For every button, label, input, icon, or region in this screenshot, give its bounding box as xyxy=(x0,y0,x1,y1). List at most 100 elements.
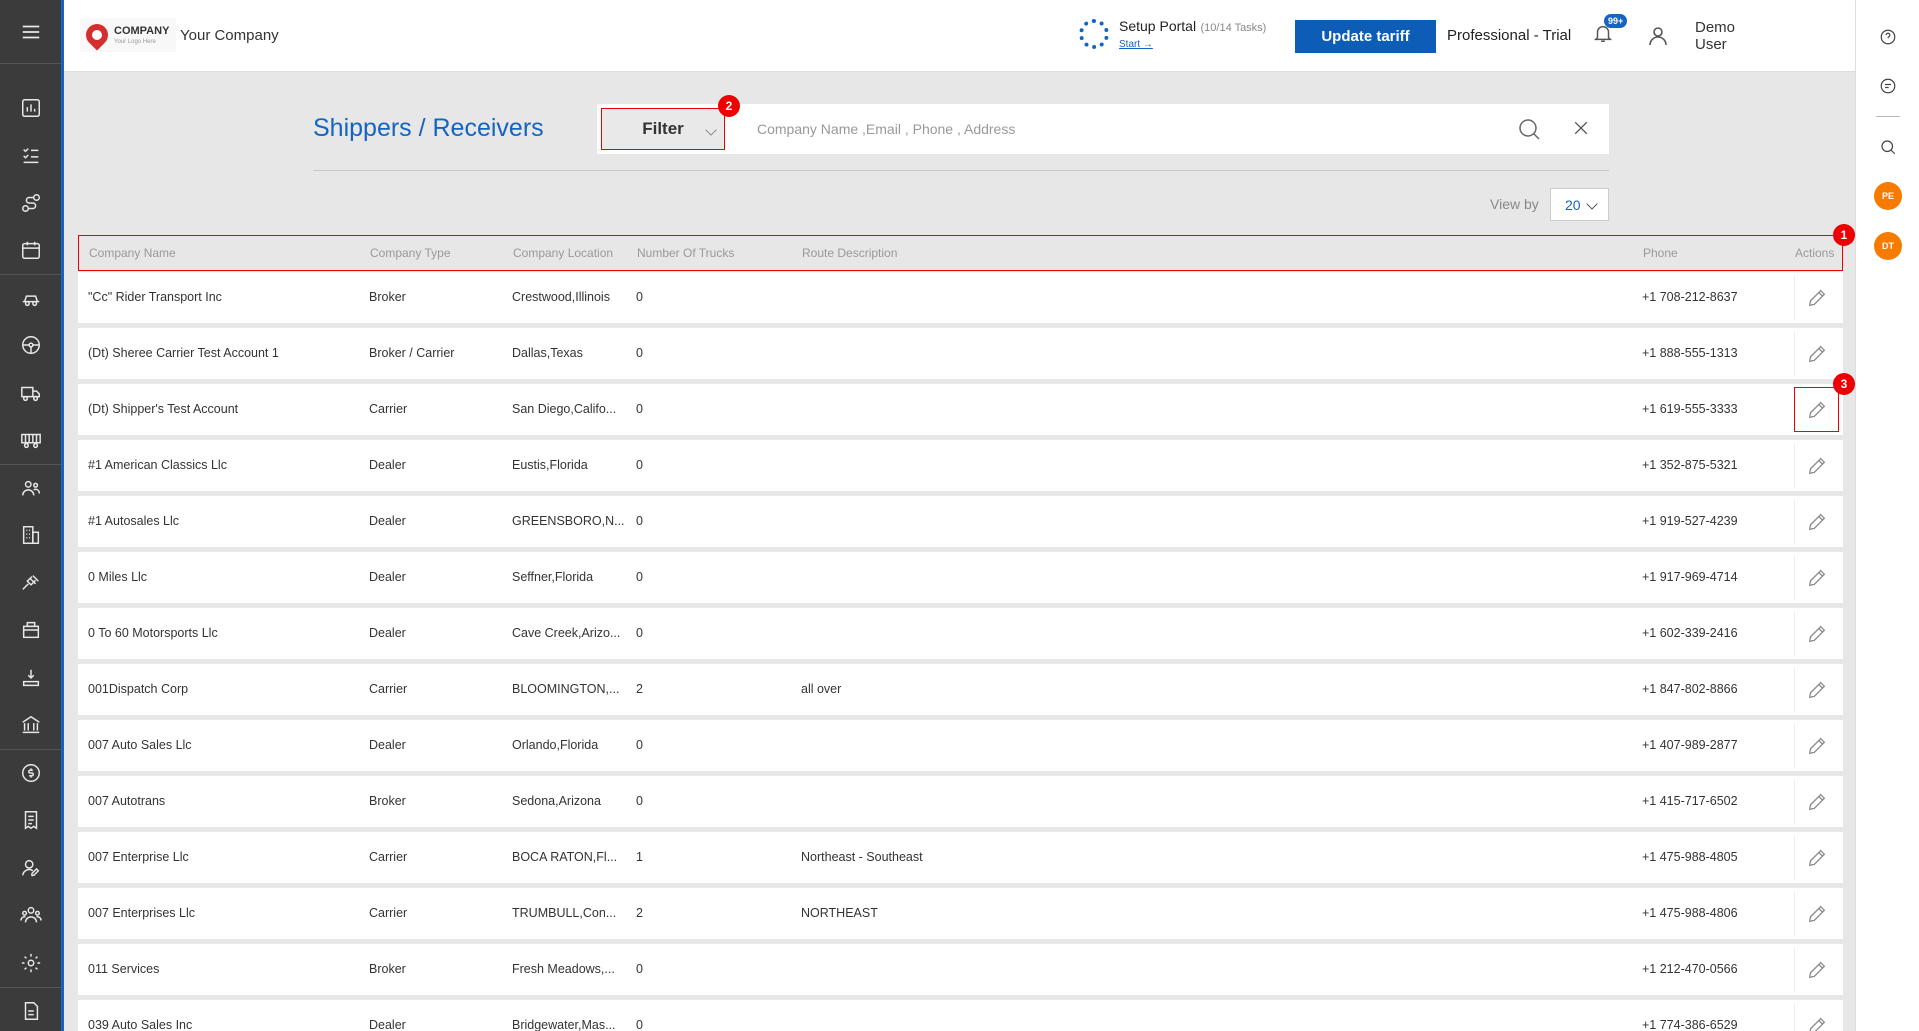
pencil-icon xyxy=(1808,905,1826,922)
nav-routes[interactable] xyxy=(0,179,61,227)
nav-payments[interactable] xyxy=(0,749,61,797)
nav-companies[interactable] xyxy=(0,512,61,560)
setup-start-link[interactable]: Start → xyxy=(1119,39,1266,50)
search-input[interactable] xyxy=(757,118,1517,140)
nav-car-transport[interactable] xyxy=(0,274,61,322)
edit-button[interactable] xyxy=(1794,891,1839,936)
list-check-icon xyxy=(22,148,38,164)
edit-button[interactable] xyxy=(1794,443,1839,488)
company-logo[interactable]: COMPANY Your Logo Here xyxy=(80,18,176,52)
nav-dashboard[interactable] xyxy=(0,84,61,132)
notification-count: 99+ xyxy=(1604,14,1628,28)
table-header: Company Name Company Type Company Locati… xyxy=(78,235,1843,271)
nav-team[interactable] xyxy=(0,892,61,940)
table-row[interactable]: (Dt) Shipper's Test Account Carrier San … xyxy=(78,384,1843,435)
edit-button[interactable] xyxy=(1794,1003,1839,1031)
table-row[interactable]: "Cc" Rider Transport Inc Broker Crestwoo… xyxy=(78,272,1843,323)
clear-search-button[interactable] xyxy=(1571,118,1591,143)
cell-phone: +1 602-339-2416 xyxy=(1642,626,1738,640)
search-submit-button[interactable] xyxy=(1517,117,1541,146)
col-company-name[interactable]: Company Name xyxy=(89,246,176,260)
nav-trucks[interactable] xyxy=(0,369,61,417)
nav-settings[interactable] xyxy=(0,939,61,987)
col-company-location[interactable]: Company Location xyxy=(513,246,613,260)
nav-invoices[interactable] xyxy=(0,797,61,845)
nav-reports[interactable] xyxy=(0,986,61,1031)
table-row[interactable]: 007 Auto Sales Llc Dealer Orlando,Florid… xyxy=(78,720,1843,771)
nav-cargo[interactable] xyxy=(0,607,61,655)
table-row[interactable]: 011 Services Broker Fresh Meadows,... 0 … xyxy=(78,944,1843,995)
edit-button[interactable] xyxy=(1794,387,1839,432)
nav-banks[interactable] xyxy=(0,702,61,750)
pencil-icon xyxy=(1808,569,1826,586)
user-menu[interactable] xyxy=(1646,24,1670,53)
edit-button[interactable] xyxy=(1794,611,1839,656)
col-number-of-trucks[interactable]: Number Of Trucks xyxy=(637,246,734,260)
notifications-button[interactable]: 99+ xyxy=(1592,14,1628,48)
cell-company-name: (Dt) Sheree Carrier Test Account 1 xyxy=(88,346,279,360)
pencil-icon xyxy=(1808,457,1826,474)
table-row[interactable]: 007 Enterprise Llc Carrier BOCA RATON,Fl… xyxy=(78,832,1843,883)
nav-trailers[interactable] xyxy=(0,417,61,465)
setup-portal: Setup Portal (10/14 Tasks) Start → xyxy=(1079,18,1266,50)
view-by-select[interactable]: 20 xyxy=(1550,188,1609,221)
table-row[interactable]: 001Dispatch Corp Carrier BLOOMINGTON,...… xyxy=(78,664,1843,715)
table-row[interactable]: 007 Autotrans Broker Sedona,Arizona 0 +1… xyxy=(78,776,1843,827)
nav-loading[interactable] xyxy=(0,654,61,702)
table-row[interactable]: 0 To 60 Motorsports Llc Dealer Cave Cree… xyxy=(78,608,1843,659)
avatar-pe[interactable]: PE xyxy=(1856,182,1919,210)
edit-button[interactable] xyxy=(1794,779,1839,824)
help-button[interactable] xyxy=(1856,28,1919,46)
edit-button[interactable] xyxy=(1794,499,1839,544)
cell-company-name: "Cc" Rider Transport Inc xyxy=(88,290,222,304)
nav-users[interactable] xyxy=(0,844,61,892)
chevron-down-icon xyxy=(1586,198,1598,210)
cell-company-location: TRUMBULL,Con... xyxy=(512,906,617,920)
cell-company-type: Dealer xyxy=(369,738,406,752)
gavel-icon xyxy=(21,574,39,590)
edit-button[interactable] xyxy=(1794,947,1839,992)
chat-button[interactable] xyxy=(1856,77,1919,95)
search-icon xyxy=(1519,119,1540,140)
table-row[interactable]: #1 Autosales Llc Dealer GREENSBORO,N... … xyxy=(78,496,1843,547)
table-row[interactable]: (Dt) Sheree Carrier Test Account 1 Broke… xyxy=(78,328,1843,379)
cell-company-location: BOCA RATON,Fl... xyxy=(512,850,618,864)
avatar-dt[interactable]: DT xyxy=(1856,232,1919,260)
pencil-icon xyxy=(1808,345,1826,362)
update-tariff-button[interactable]: Update tariff xyxy=(1295,20,1436,53)
col-actions: Actions xyxy=(1795,246,1835,260)
table-row[interactable]: #1 American Classics Llc Dealer Eustis,F… xyxy=(78,440,1843,491)
edit-button[interactable] xyxy=(1794,723,1839,768)
edit-button[interactable] xyxy=(1794,331,1839,376)
filter-button[interactable]: Filter xyxy=(601,108,725,150)
cell-company-type: Dealer xyxy=(369,458,406,472)
menu-toggle[interactable] xyxy=(0,0,61,64)
edit-button[interactable] xyxy=(1794,555,1839,600)
user-name[interactable]: Demo User xyxy=(1695,19,1755,53)
cell-company-type: Dealer xyxy=(369,1018,406,1031)
global-search-button[interactable] xyxy=(1856,138,1919,156)
nav-drivers[interactable] xyxy=(0,322,61,370)
cell-number-of-trucks: 2 xyxy=(636,682,643,696)
filter-label: Filter xyxy=(642,119,684,138)
col-company-type[interactable]: Company Type xyxy=(370,246,451,260)
table-row[interactable]: 039 Auto Sales Inc Dealer Bridgewater,Ma… xyxy=(78,1000,1843,1031)
edit-button[interactable] xyxy=(1794,667,1839,712)
cell-company-location: San Diego,Califo... xyxy=(512,402,617,416)
edit-button[interactable] xyxy=(1794,835,1839,880)
nav-auctions[interactable] xyxy=(0,559,61,607)
col-route-description[interactable]: Route Description xyxy=(802,246,897,260)
pencil-icon xyxy=(1808,961,1826,978)
table-row[interactable]: 0 Miles Llc Dealer Seffner,Florida 0 +1 … xyxy=(78,552,1843,603)
cell-company-location: Seffner,Florida xyxy=(512,570,594,584)
right-divider xyxy=(1876,116,1900,117)
nav-tasks[interactable] xyxy=(0,132,61,180)
nav-calendar[interactable] xyxy=(0,227,61,275)
edit-button[interactable] xyxy=(1794,275,1839,320)
col-phone[interactable]: Phone xyxy=(1643,246,1678,260)
table-row[interactable]: 007 Enterprises Llc Carrier TRUMBULL,Con… xyxy=(78,888,1843,939)
cell-company-name: 011 Services xyxy=(88,962,160,976)
nav-contacts[interactable] xyxy=(0,464,61,512)
cell-phone: +1 919-527-4239 xyxy=(1642,514,1738,528)
company-name: Your Company xyxy=(180,27,279,44)
